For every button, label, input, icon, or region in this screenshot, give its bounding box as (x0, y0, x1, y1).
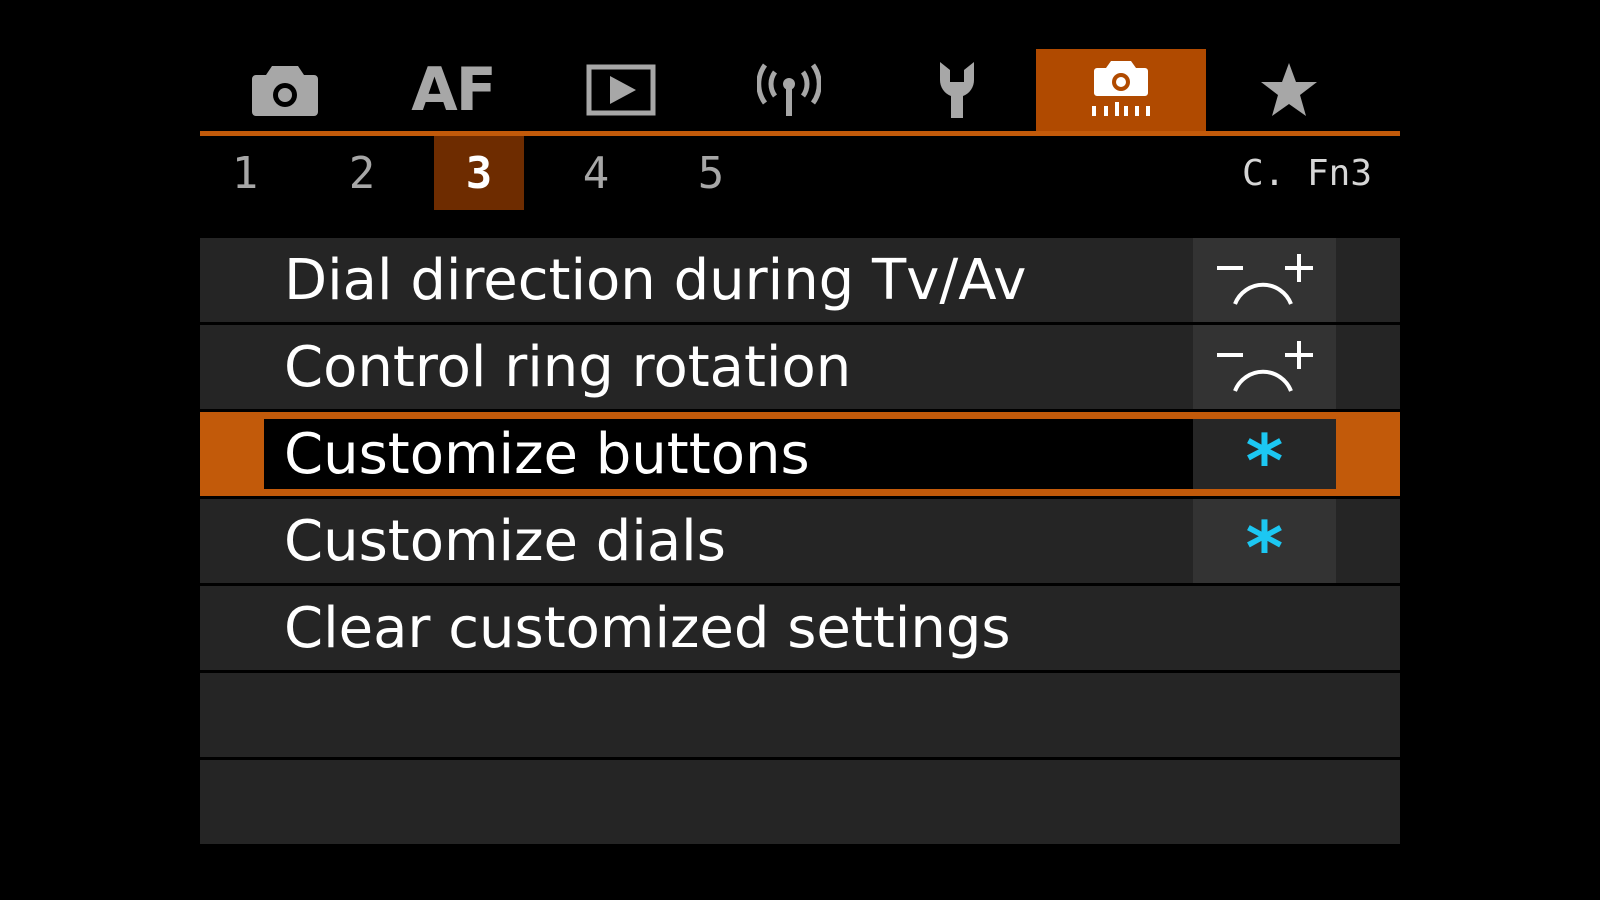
menu-item-value (1193, 325, 1336, 409)
menu-item-customize-dials[interactable]: Customize dials * (200, 499, 1400, 590)
dial-direction-icon (1216, 254, 1313, 305)
subtab-4[interactable]: 4 (551, 136, 641, 210)
wrench-icon (939, 62, 975, 118)
tab-af[interactable]: AF (368, 49, 538, 131)
dial-direction-icon (1216, 341, 1313, 392)
menu-item-label: Control ring rotation (284, 334, 852, 400)
camera-menu-screen: AF 1 2 3 4 5 C. Fn3 Dial direction durin… (0, 0, 1600, 900)
star-icon (1261, 63, 1317, 116)
asterisk-icon: * (1245, 506, 1284, 590)
subtab-5[interactable]: 5 (666, 136, 756, 210)
menu-item-label: Dial direction during Tv/Av (284, 247, 1027, 313)
playback-icon (586, 64, 656, 116)
subtab-2[interactable]: 2 (317, 136, 407, 210)
custom-functions-icon (1092, 61, 1150, 116)
asterisk-icon: * (1245, 419, 1284, 503)
menu-item-label: Customize buttons (284, 421, 810, 487)
subtab-1[interactable]: 1 (200, 136, 290, 210)
menu-item-control-ring[interactable]: Control ring rotation (200, 325, 1400, 409)
menu-item-label: Clear customized settings (284, 595, 1011, 661)
menu-item-customize-buttons[interactable]: Customize buttons * (200, 412, 1400, 497)
menu-item-label: Customize dials (284, 508, 726, 574)
menu-list: Dial direction during Tv/Av Control ring… (200, 238, 1400, 847)
tab-af-label: AF (411, 55, 496, 125)
menu-item-empty (200, 673, 1400, 757)
menu-item-empty (200, 760, 1400, 844)
sub-tab-bar: 1 2 3 4 5 C. Fn3 (200, 136, 1400, 210)
menu-item-dial-direction[interactable]: Dial direction during Tv/Av (200, 238, 1400, 322)
main-tab-bar: AF (200, 49, 1400, 131)
menu-item-value (1193, 238, 1336, 322)
menu-item-value: * (1193, 499, 1336, 590)
page-code: C. Fn3 (1241, 152, 1372, 194)
menu-item-value: * (1193, 419, 1336, 497)
tab-setup[interactable] (872, 49, 1042, 131)
menu-item-clear-customized[interactable]: Clear customized settings (200, 586, 1400, 670)
tab-shooting[interactable] (200, 49, 370, 131)
subtab-3[interactable]: 3 (434, 136, 524, 210)
camera-icon (252, 66, 318, 116)
tab-my-menu[interactable] (1204, 49, 1374, 131)
tab-wireless[interactable] (704, 49, 874, 131)
tab-playback[interactable] (536, 49, 706, 131)
wireless-icon (757, 63, 821, 116)
tab-custom-functions[interactable] (1036, 49, 1206, 131)
